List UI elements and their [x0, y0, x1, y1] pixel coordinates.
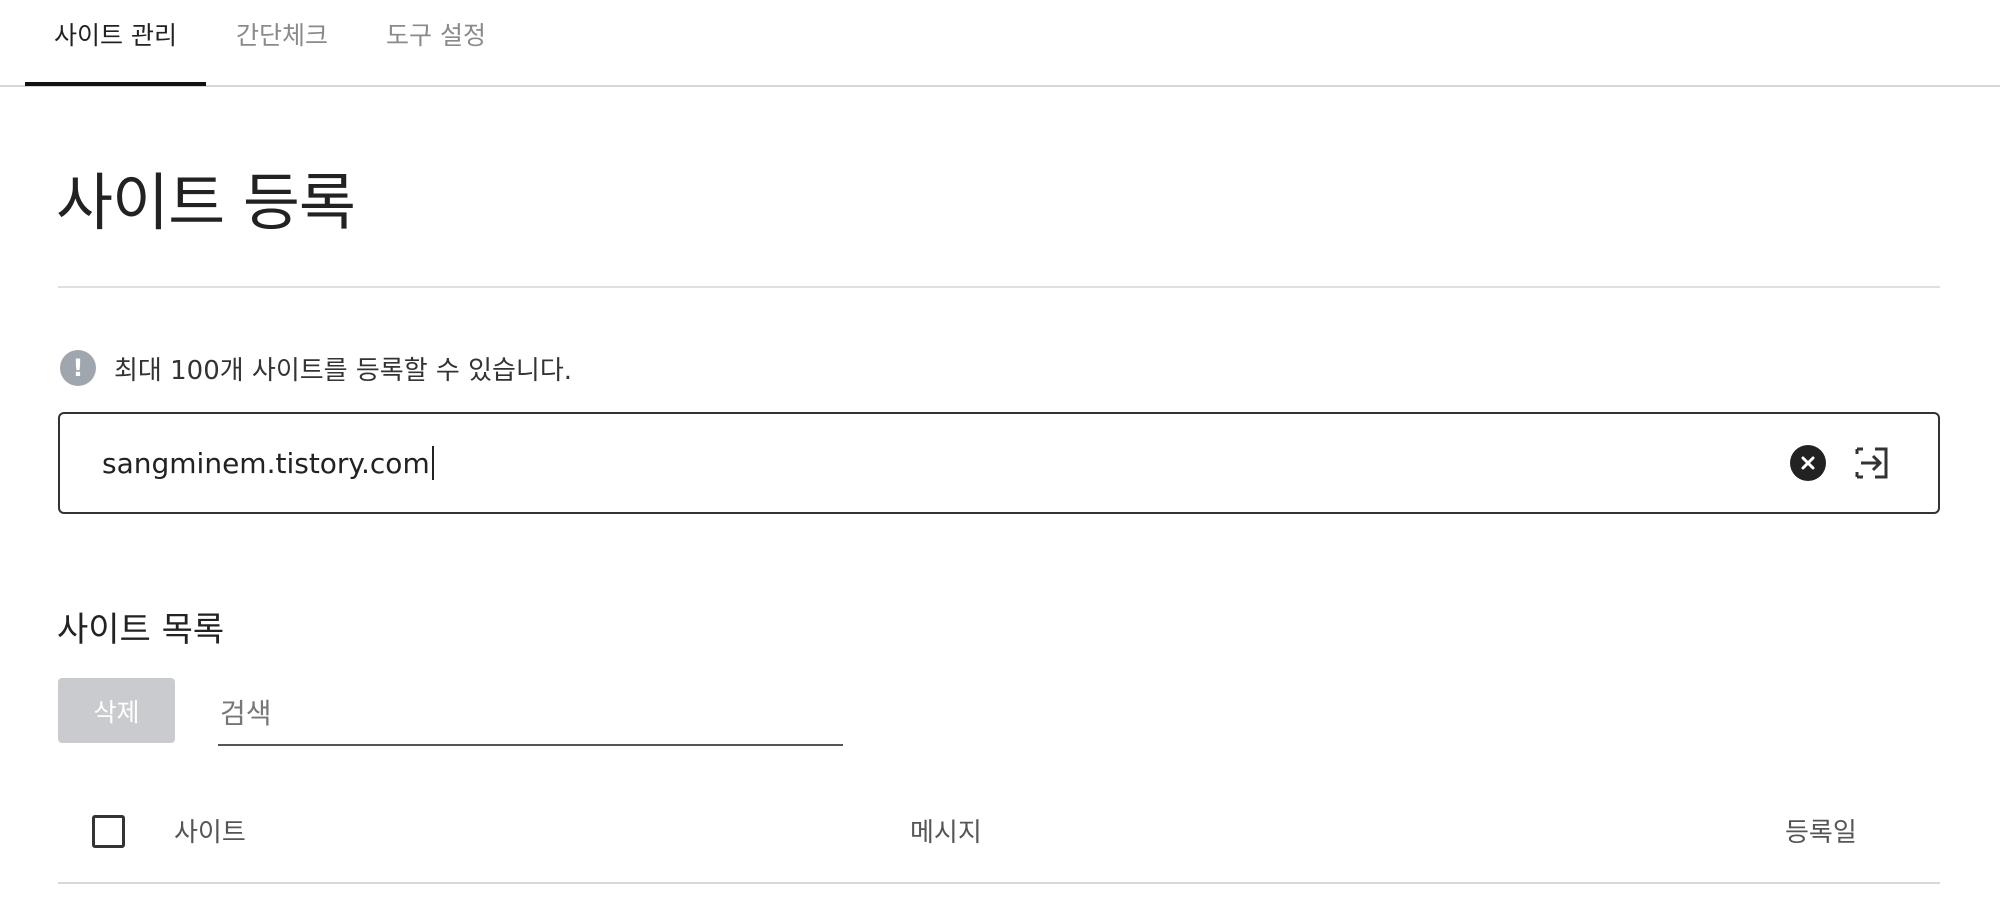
column-site: 사이트: [174, 818, 246, 848]
site-table-header: 사이트 메시지 등록일: [58, 790, 1940, 884]
submit-icon[interactable]: [1852, 442, 1894, 484]
title-divider: [58, 286, 1940, 288]
site-url-field[interactable]: sangminem.tistory.com: [58, 412, 1940, 514]
site-list-title: 사이트 목록: [57, 610, 225, 650]
tab-tool-settings[interactable]: 도구 설정: [372, 0, 500, 87]
select-all-checkbox[interactable]: [92, 815, 125, 848]
tab-site-management[interactable]: 사이트 관리: [25, 0, 206, 87]
column-registered-date: 등록일: [1785, 818, 1857, 848]
active-tab-indicator: [25, 82, 206, 86]
search-input[interactable]: [218, 684, 843, 742]
notice-text: 최대 100개 사이트를 등록할 수 있습니다.: [114, 355, 573, 386]
tab-quick-check[interactable]: 간단체크: [222, 0, 342, 87]
clear-icon[interactable]: [1790, 445, 1826, 481]
delete-button[interactable]: 삭제: [58, 678, 175, 743]
column-message: 메시지: [910, 818, 982, 848]
site-url-input[interactable]: [100, 414, 1800, 512]
info-icon: !: [60, 350, 96, 386]
tab-bar: 사이트 관리 간단체크 도구 설정: [0, 0, 2000, 87]
search-field[interactable]: [218, 684, 843, 746]
limit-notice: ! 최대 100개 사이트를 등록할 수 있습니다.: [60, 349, 572, 387]
page-title: 사이트 등록: [56, 166, 356, 239]
